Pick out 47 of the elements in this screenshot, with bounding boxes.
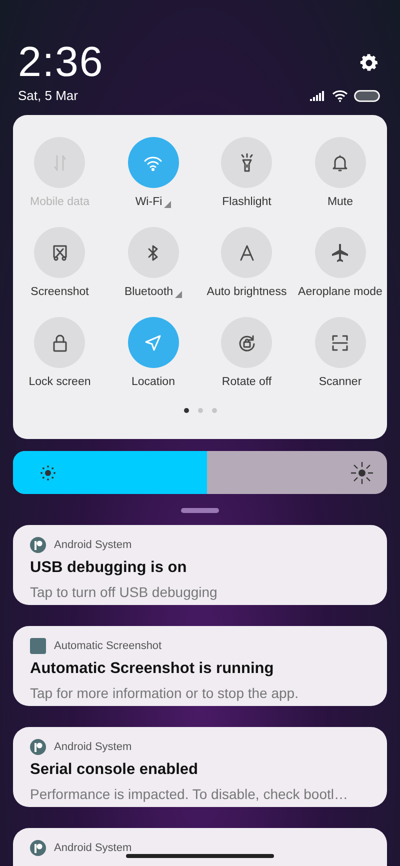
- notification-title: Serial console enabled: [30, 761, 199, 779]
- page-dot[interactable]: [198, 408, 202, 413]
- notification-text: Tap for more information or to stop the app.: [30, 685, 300, 701]
- brightness-slider[interactable]: [13, 451, 387, 494]
- corner-triangle-icon: [164, 201, 172, 208]
- app-name: Automatic Screenshot: [54, 640, 162, 652]
- toggle-label: Rotate off: [222, 376, 272, 388]
- notification-card[interactable]: Android System USB debugging is on Tap to turn off USB debugging: [13, 525, 387, 605]
- toggle-label: Screenshot: [30, 286, 89, 298]
- drag-handle[interactable]: [181, 508, 219, 513]
- app-icon: [30, 638, 46, 654]
- settings-icon[interactable]: [358, 52, 380, 74]
- signal-icon: [310, 90, 326, 100]
- notification-card[interactable]: Android System Serial console enabled Performance is impacted. To disable, check bootl…: [13, 727, 387, 807]
- notification-card[interactable]: Automatic Screenshot Automatic Screenshot is running Tap for more information or to stop the app.: [13, 626, 387, 706]
- app-icon: [30, 840, 46, 856]
- app-name: Android System: [54, 842, 132, 854]
- notification-title: Automatic Screenshot is running: [30, 660, 275, 678]
- toggle-label: Lock screen: [28, 376, 91, 388]
- app-name: Android System: [54, 741, 132, 753]
- date-text: Sat, 5 Mar: [18, 88, 78, 103]
- battery-icon: [354, 90, 380, 102]
- toggle-label: Mute: [327, 196, 354, 208]
- toggle-label: Auto brightness: [206, 286, 287, 298]
- app-icon: [30, 537, 46, 553]
- bright-sun-icon: [351, 462, 373, 484]
- page-dot[interactable]: [184, 408, 188, 413]
- page-dot[interactable]: [212, 408, 216, 413]
- notification-text: Performance is impacted. To disable, check bootl…: [30, 786, 350, 802]
- toggle-button[interactable]: [128, 137, 179, 188]
- notification-card[interactable]: Android System: [13, 828, 387, 866]
- notification-title: USB debugging is on: [30, 559, 188, 577]
- toggle-label: Mobile data: [30, 196, 90, 208]
- toggle-label: Aeroplane mode: [298, 286, 382, 298]
- app-name: Android System: [54, 539, 132, 551]
- clock-time: 2:36: [18, 38, 104, 86]
- wifi-icon: [332, 90, 348, 102]
- notification-text: Tap to turn off USB debugging: [30, 584, 218, 600]
- app-icon: [30, 739, 46, 755]
- corner-triangle-icon: [175, 291, 182, 298]
- toggle-label: Bluetooth: [124, 286, 174, 298]
- toggle-label: Location: [132, 376, 175, 388]
- dim-sun-icon: [40, 465, 56, 481]
- toggle-label: Wi-Fi: [135, 196, 162, 208]
- toggle-button[interactable]: [128, 317, 179, 368]
- toggle-label: Scanner: [318, 376, 362, 388]
- toggle-label: Flashlight: [222, 196, 272, 208]
